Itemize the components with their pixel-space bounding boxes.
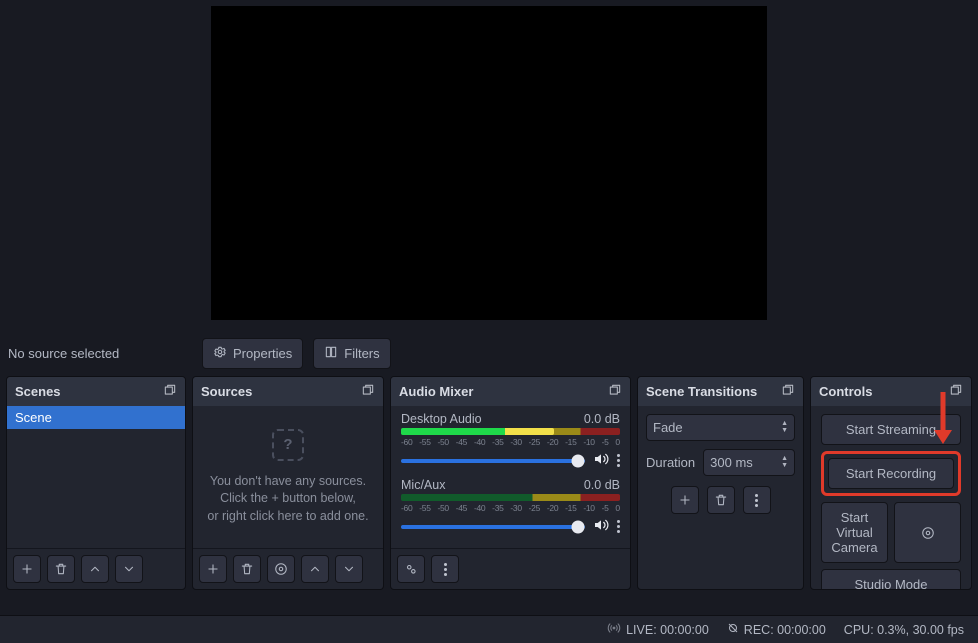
- broadcast-icon: [607, 621, 621, 638]
- advanced-audio-button[interactable]: [397, 555, 425, 583]
- mixer-channel-mic: Mic/Aux 0.0 dB -60-55-50-45-40-35-30-25-…: [391, 472, 630, 538]
- sources-list[interactable]: ? You don't have any sources. Click the …: [193, 406, 383, 548]
- move-scene-down-button[interactable]: [115, 555, 143, 583]
- mixer-scale: -60-55-50-45-40-35-30-25-20-15-10-50: [401, 503, 620, 513]
- source-status-label: No source selected: [6, 346, 192, 361]
- status-cpu: CPU: 0.3%, 30.00 fps: [844, 623, 964, 637]
- speaker-icon[interactable]: [593, 451, 609, 470]
- transitions-dock: Scene Transitions Fade ▲▼ Duration 300 m…: [637, 376, 804, 590]
- start-streaming-button[interactable]: Start Streaming: [821, 414, 961, 445]
- remove-transition-button[interactable]: [707, 486, 735, 514]
- move-source-down-button[interactable]: [335, 555, 363, 583]
- properties-button[interactable]: Properties: [202, 338, 303, 369]
- mixer-channel-name: Desktop Audio: [401, 412, 482, 426]
- sources-dock: Sources ? You don't have any sources. Cl…: [192, 376, 384, 590]
- preview-canvas[interactable]: [211, 6, 767, 320]
- mixer-channel-name: Mic/Aux: [401, 478, 445, 492]
- scenes-list[interactable]: Scene: [7, 406, 185, 548]
- transitions-header: Scene Transitions: [638, 377, 803, 406]
- popout-icon[interactable]: [361, 383, 375, 400]
- add-scene-button[interactable]: [13, 555, 41, 583]
- sources-empty-state: ? You don't have any sources. Click the …: [193, 406, 383, 548]
- scenes-header: Scenes: [7, 377, 185, 406]
- mixer-meter: [401, 428, 620, 435]
- filters-icon: [324, 345, 338, 362]
- start-virtual-camera-button[interactable]: Start Virtual Camera: [821, 502, 888, 563]
- channel-menu-button[interactable]: [617, 520, 620, 533]
- audio-mixer-header: Audio Mixer: [391, 377, 630, 406]
- transition-menu-button[interactable]: [743, 486, 771, 514]
- mixer-channel-desktop: Desktop Audio 0.0 dB -60-55-50-45-40-35-…: [391, 406, 630, 472]
- start-recording-button[interactable]: Start Recording: [828, 458, 954, 489]
- mixer-menu-button[interactable]: [431, 555, 459, 583]
- chevron-down-icon[interactable]: ▼: [781, 463, 788, 469]
- add-transition-button[interactable]: [671, 486, 699, 514]
- remove-source-button[interactable]: [233, 555, 261, 583]
- volume-slider[interactable]: [401, 525, 585, 529]
- source-properties-button[interactable]: [267, 555, 295, 583]
- move-scene-up-button[interactable]: [81, 555, 109, 583]
- popout-icon[interactable]: [949, 383, 963, 400]
- mixer-scale: -60-55-50-45-40-35-30-25-20-15-10-50: [401, 437, 620, 447]
- record-icon: [727, 622, 739, 637]
- scenes-dock: Scenes Scene: [6, 376, 186, 590]
- remove-scene-button[interactable]: [47, 555, 75, 583]
- popout-icon[interactable]: [781, 383, 795, 400]
- source-toolbar: No source selected Properties Filters: [0, 330, 978, 376]
- status-live: LIVE: 00:00:00: [607, 621, 709, 638]
- sources-header: Sources: [193, 377, 383, 406]
- move-source-up-button[interactable]: [301, 555, 329, 583]
- status-rec: REC: 00:00:00: [727, 622, 826, 637]
- preview-area: [0, 0, 978, 330]
- volume-slider[interactable]: [401, 459, 585, 463]
- speaker-icon[interactable]: [593, 517, 609, 536]
- mixer-channel-level: 0.0 dB: [584, 478, 620, 492]
- controls-header: Controls: [811, 377, 971, 406]
- duration-input[interactable]: 300 ms ▲▼: [703, 449, 795, 476]
- status-bar: LIVE: 00:00:00 REC: 00:00:00 CPU: 0.3%, …: [0, 615, 978, 643]
- highlight-annotation: Start Recording: [821, 451, 961, 496]
- mixer-meter: [401, 494, 620, 501]
- popout-icon[interactable]: [163, 383, 177, 400]
- studio-mode-button[interactable]: Studio Mode: [821, 569, 961, 590]
- add-source-button[interactable]: [199, 555, 227, 583]
- popout-icon[interactable]: [608, 383, 622, 400]
- audio-mixer-dock: Audio Mixer Desktop Audio 0.0 dB -60-55-…: [390, 376, 631, 590]
- filters-button[interactable]: Filters: [313, 338, 390, 369]
- channel-menu-button[interactable]: [617, 454, 620, 467]
- controls-dock: Controls Start Streaming Start Recording…: [810, 376, 972, 590]
- gear-icon: [213, 345, 227, 362]
- chevron-down-icon[interactable]: ▼: [781, 428, 788, 434]
- question-icon: ?: [272, 429, 304, 461]
- transition-select[interactable]: Fade ▲▼: [646, 414, 795, 441]
- docks-row: Scenes Scene Sources ? You don't have an…: [0, 376, 978, 590]
- mixer-channel-level: 0.0 dB: [584, 412, 620, 426]
- scene-item[interactable]: Scene: [7, 406, 185, 429]
- virtual-camera-settings-button[interactable]: [894, 502, 961, 563]
- duration-label: Duration: [646, 455, 695, 470]
